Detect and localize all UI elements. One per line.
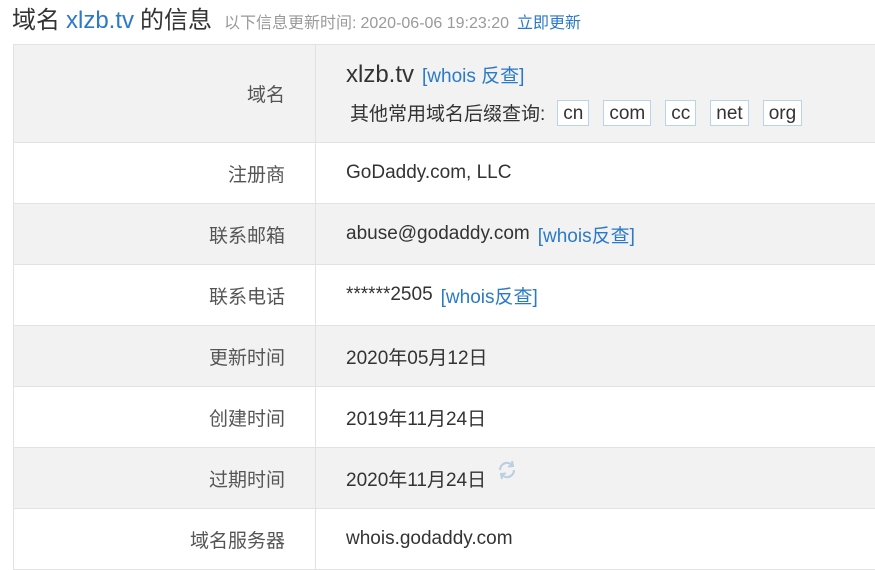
whois-table: 域名 xlzb.tv [whois 反查] 其他常用域名后缀查询: cn com… [13, 44, 875, 570]
row-label: 过期时间 [14, 448, 316, 508]
page-title-prefix: 域名 [12, 7, 60, 34]
suffix-button-org[interactable]: org [762, 99, 803, 126]
suffix-query-label: 其他常用域名后缀查询: [350, 104, 546, 125]
email-value: abuse@godaddy.com [346, 223, 530, 244]
row-value: 2020年05月12日 [316, 326, 875, 386]
row-label: 更新时间 [14, 326, 316, 386]
row-label: 联系邮箱 [14, 204, 316, 264]
row-value: xlzb.tv [whois 反查] 其他常用域名后缀查询: cn com cc… [316, 45, 875, 142]
created-value: 2019年11月24日 [346, 408, 487, 430]
table-row-expires: 过期时间 2020年11月24日 [14, 448, 875, 509]
row-value: 2019年11月24日 [316, 387, 875, 447]
row-value: ******2505 [whois反查] [316, 265, 875, 325]
suffix-button-net[interactable]: net [710, 99, 749, 126]
page-title-suffix: 的信息 [140, 7, 213, 34]
phone-whois-reverse-link[interactable]: [whois反查] [441, 282, 538, 309]
suffix-query-line: 其他常用域名后缀查询: cn com cc net org [346, 99, 816, 126]
table-row-phone: 联系电话 ******2505 [whois反查] [14, 265, 875, 326]
row-value: abuse@godaddy.com [whois反查] [316, 204, 875, 264]
table-row-registrar: 注册商 GoDaddy.com, LLC [14, 143, 875, 204]
updated-value: 2020年05月12日 [346, 347, 488, 369]
registrar-value: GoDaddy.com, LLC [346, 162, 512, 183]
update-time-label: 以下信息更新时间: [224, 15, 357, 32]
row-label: 域名 [14, 45, 316, 142]
row-value: GoDaddy.com, LLC [316, 143, 875, 203]
suffix-button-cn[interactable]: cn [557, 99, 590, 126]
table-row-domain: 域名 xlzb.tv [whois 反查] 其他常用域名后缀查询: cn com… [14, 45, 875, 143]
row-label: 创建时间 [14, 387, 316, 447]
refresh-now-link[interactable]: 立即更新 [517, 9, 581, 33]
table-row-updated: 更新时间 2020年05月12日 [14, 326, 875, 387]
suffix-button-cc[interactable]: cc [665, 99, 697, 126]
email-whois-reverse-link[interactable]: [whois反查] [538, 221, 635, 248]
page-header: 域名 xlzb.tv 的信息 以下信息更新时间: 2020-06-06 19:2… [12, 0, 581, 36]
refresh-icon[interactable] [496, 459, 518, 481]
row-label: 注册商 [14, 143, 316, 203]
whois-reverse-link[interactable]: [whois 反查] [422, 61, 524, 88]
phone-value: ******2505 [346, 284, 433, 305]
domain-line: xlzb.tv [whois 反查] [346, 61, 524, 89]
domain-name: xlzb.tv [346, 61, 415, 88]
page-title-domain[interactable]: xlzb.tv [66, 7, 134, 35]
row-value: 2020年11月24日 [316, 448, 875, 508]
row-label: 域名服务器 [14, 509, 316, 569]
expires-value: 2020年11月24日 [346, 469, 487, 491]
nameserver-value: whois.godaddy.com [346, 528, 513, 549]
table-row-email: 联系邮箱 abuse@godaddy.com [whois反查] [14, 204, 875, 265]
table-row-created: 创建时间 2019年11月24日 [14, 387, 875, 448]
suffix-button-com[interactable]: com [603, 99, 652, 126]
update-time-value: 2020-06-06 19:23:20 [360, 15, 510, 32]
row-value: whois.godaddy.com [316, 509, 875, 569]
table-row-nameserver: 域名服务器 whois.godaddy.com [14, 509, 875, 570]
row-label: 联系电话 [14, 265, 316, 325]
